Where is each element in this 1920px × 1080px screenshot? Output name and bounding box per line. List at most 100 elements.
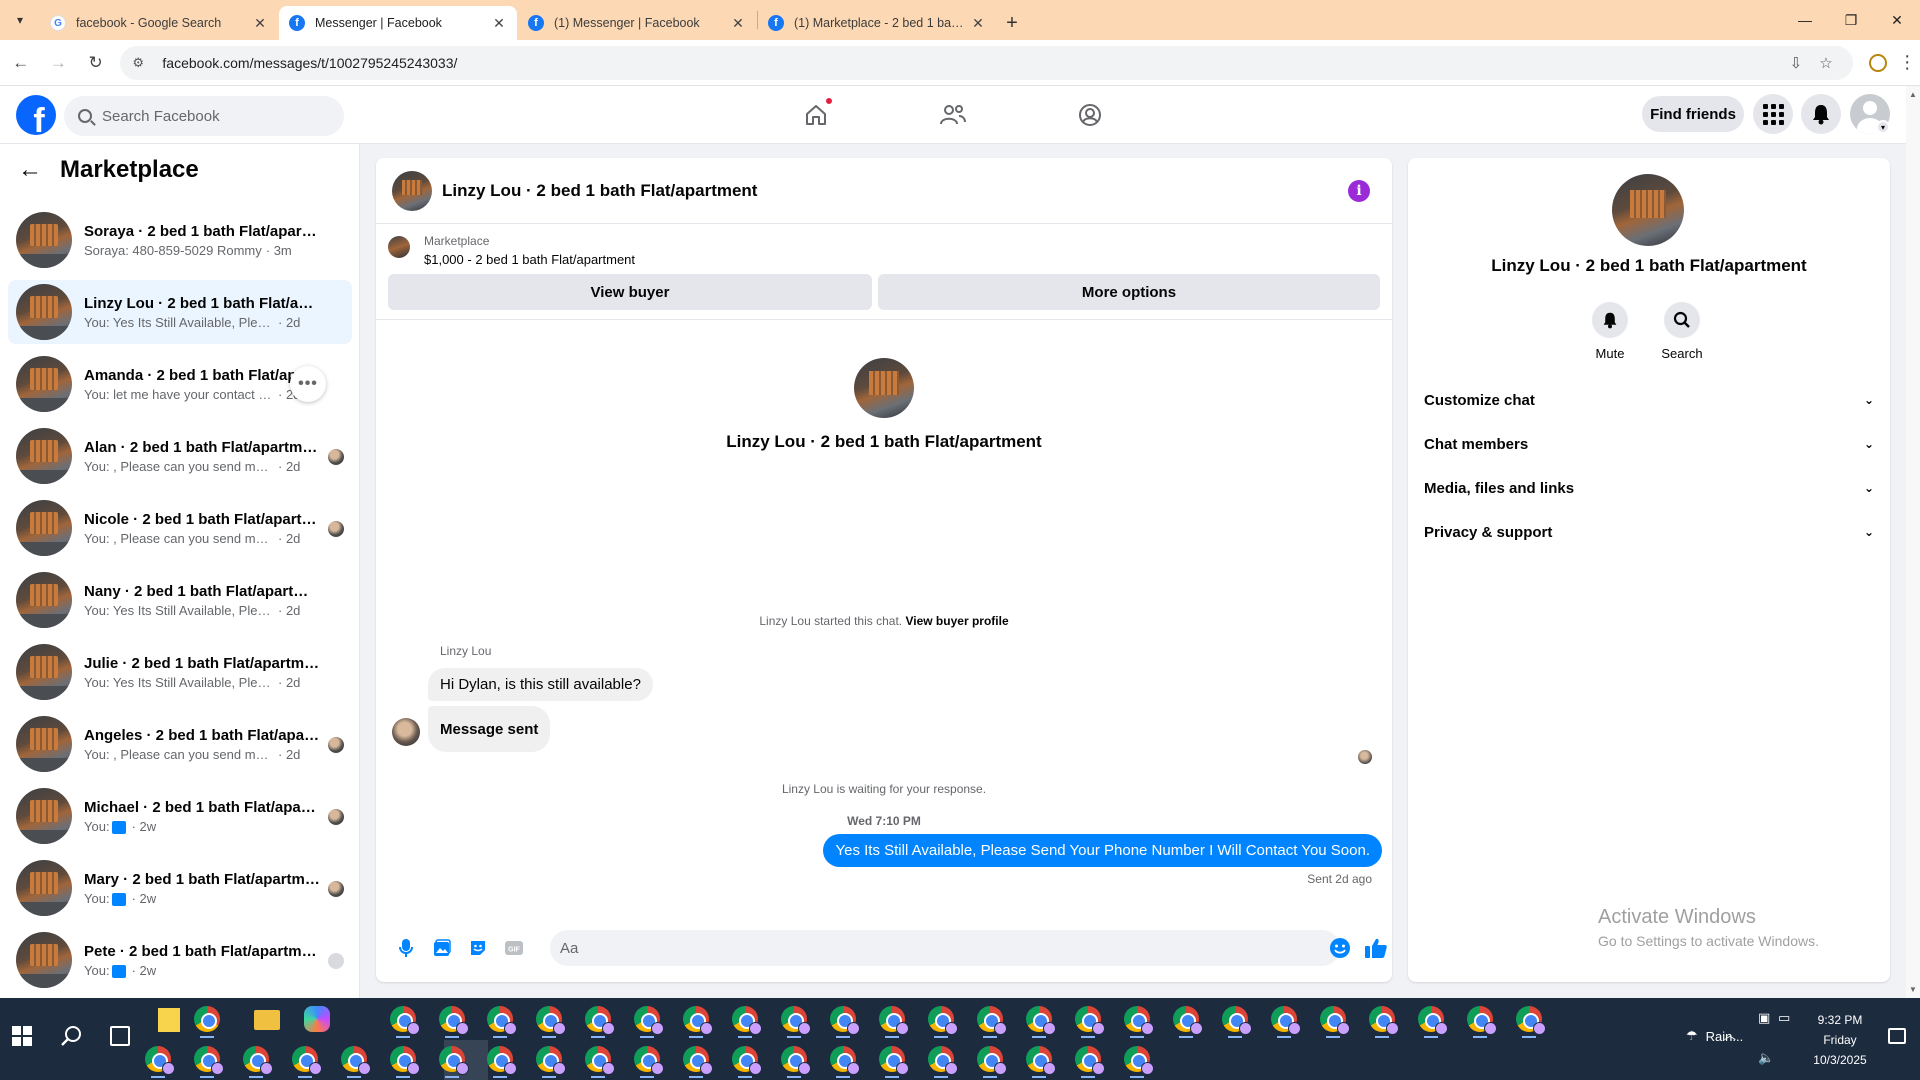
notifications-bell-icon[interactable] bbox=[1801, 94, 1841, 134]
chrome-app-icon[interactable] bbox=[1271, 1006, 1301, 1035]
network-icon[interactable]: ▭ bbox=[1778, 1010, 1790, 1026]
search-icon[interactable] bbox=[60, 1024, 84, 1048]
chrome-app-icon[interactable] bbox=[536, 1006, 566, 1035]
privacy-support-section[interactable]: Privacy & support ⌄ bbox=[1416, 512, 1882, 552]
conversation-item[interactable]: Mary · 2 bed 1 bath Flat/apartment You: · … bbox=[8, 856, 352, 920]
chrome-app-icon[interactable] bbox=[634, 1046, 664, 1075]
chevron-down-icon[interactable]: ▾ bbox=[1876, 120, 1890, 134]
page-scrollbar[interactable]: ▲ ▼ bbox=[1906, 86, 1920, 998]
chrome-app-icon[interactable] bbox=[683, 1006, 713, 1035]
emoji-icon[interactable] bbox=[1326, 934, 1354, 962]
chrome-app-icon[interactable] bbox=[585, 1006, 615, 1035]
microphone-icon[interactable] bbox=[388, 930, 424, 966]
chrome-app-icon[interactable] bbox=[1222, 1006, 1252, 1035]
chrome-app-icon[interactable] bbox=[1075, 1006, 1105, 1035]
chrome-app-icon[interactable] bbox=[977, 1046, 1007, 1075]
chrome-app-icon[interactable] bbox=[1026, 1006, 1056, 1035]
chrome-app-icon[interactable] bbox=[194, 1006, 220, 1032]
reload-icon[interactable]: ↻ bbox=[79, 46, 112, 80]
forward-arrow-icon[interactable]: → bbox=[41, 46, 74, 80]
chat-title[interactable]: Linzy Lou · 2 bed 1 bath Flat/apartment bbox=[442, 181, 757, 201]
close-tab-icon[interactable]: ✕ bbox=[730, 15, 746, 32]
address-bar[interactable]: ⚙ facebook.com/messages/t/10027952452430… bbox=[120, 45, 1853, 80]
tab-google-search[interactable]: G facebook - Google Search ✕ bbox=[40, 6, 278, 40]
close-tab-icon[interactable]: ✕ bbox=[252, 15, 268, 32]
chrome-app-icon[interactable] bbox=[634, 1006, 664, 1035]
conversation-item[interactable]: Nany · 2 bed 1 bath Flat/apartment You: Y… bbox=[8, 568, 352, 632]
sticky-notes-icon[interactable] bbox=[158, 1008, 180, 1032]
browser-menu-icon[interactable]: ⋮ bbox=[1894, 52, 1920, 73]
conversation-item[interactable]: Linzy Lou · 2 bed 1 bath Flat/apartment Y… bbox=[8, 280, 352, 344]
view-buyer-profile-link[interactable]: View buyer profile bbox=[905, 614, 1008, 628]
chrome-app-icon[interactable] bbox=[487, 1046, 517, 1075]
chrome-app-icon[interactable] bbox=[145, 1046, 175, 1075]
chrome-app-icon[interactable] bbox=[928, 1006, 958, 1035]
meet-icon[interactable]: ▣ bbox=[1758, 1010, 1770, 1026]
url-text[interactable]: facebook.com/messages/t/1002795245243033… bbox=[162, 55, 1781, 71]
chrome-app-icon[interactable] bbox=[1026, 1046, 1056, 1075]
chrome-app-icon[interactable] bbox=[977, 1006, 1007, 1035]
home-icon[interactable] bbox=[801, 97, 833, 130]
minimize-icon[interactable]: — bbox=[1782, 0, 1828, 40]
install-app-icon[interactable]: ⇩ bbox=[1781, 54, 1811, 72]
chrome-app-icon[interactable] bbox=[879, 1006, 909, 1035]
close-window-icon[interactable]: ✕ bbox=[1874, 0, 1920, 40]
like-thumb-icon[interactable] bbox=[1358, 930, 1392, 966]
find-friends-button[interactable]: Find friends bbox=[1642, 96, 1744, 132]
chrome-app-icon[interactable] bbox=[1467, 1006, 1497, 1035]
conversation-item[interactable]: Michael · 2 bed 1 bath Flat/apartment You… bbox=[8, 784, 352, 848]
chrome-app-icon[interactable] bbox=[439, 1046, 469, 1075]
incoming-message[interactable]: Hi Dylan, is this still available? bbox=[428, 668, 653, 701]
task-view-icon[interactable] bbox=[110, 1026, 130, 1046]
chrome-app-icon[interactable] bbox=[1369, 1006, 1399, 1035]
conversation-item[interactable]: Nicole · 2 bed 1 bath Flat/apartment You:… bbox=[8, 496, 352, 560]
chrome-app-icon[interactable] bbox=[390, 1046, 420, 1075]
customize-chat-section[interactable]: Customize chat ⌄ bbox=[1416, 380, 1882, 420]
chrome-app-icon[interactable] bbox=[781, 1046, 811, 1075]
browser-profile-icon[interactable] bbox=[1861, 46, 1894, 80]
chrome-app-icon[interactable] bbox=[487, 1006, 517, 1035]
restore-icon[interactable]: ❐ bbox=[1828, 0, 1874, 40]
tab-search-chevron-icon[interactable]: ▾ bbox=[0, 0, 40, 40]
search-in-chat-button[interactable]: Search bbox=[1652, 302, 1712, 361]
chrome-app-icon[interactable] bbox=[1516, 1006, 1546, 1035]
conversation-item[interactable]: Alan · 2 bed 1 bath Flat/apartment You: ,… bbox=[8, 424, 352, 488]
info-avatar[interactable] bbox=[1612, 174, 1684, 246]
chrome-app-icon[interactable] bbox=[1124, 1046, 1154, 1075]
incoming-message[interactable]: Message sent bbox=[428, 706, 551, 752]
chrome-app-icon[interactable] bbox=[390, 1006, 420, 1035]
conversation-item[interactable]: Amanda · 2 bed 1 bath Flat/apartment You:… bbox=[8, 352, 352, 416]
chrome-app-icon[interactable] bbox=[781, 1006, 811, 1035]
chrome-app-icon[interactable] bbox=[585, 1046, 615, 1075]
chrome-app-icon[interactable] bbox=[879, 1046, 909, 1075]
facebook-logo-icon[interactable]: f bbox=[16, 95, 56, 135]
photo-icon[interactable] bbox=[424, 930, 460, 966]
sticker-icon[interactable] bbox=[460, 930, 496, 966]
clock[interactable]: 9:32 PM Friday 10/3/2025 bbox=[1800, 1010, 1880, 1070]
chrome-app-icon[interactable] bbox=[1320, 1006, 1350, 1035]
close-tab-icon[interactable]: ✕ bbox=[491, 15, 507, 32]
close-tab-icon[interactable]: ✕ bbox=[970, 15, 986, 32]
chrome-app-icon[interactable] bbox=[194, 1046, 224, 1075]
chrome-app-icon[interactable] bbox=[732, 1006, 762, 1035]
listing-thumbnail[interactable] bbox=[388, 236, 410, 258]
conversation-item[interactable]: Soraya · 2 bed 1 bath Flat/apartment Sora… bbox=[8, 208, 352, 272]
listing-price[interactable]: $1,000 - 2 bed 1 bath Flat/apartment bbox=[424, 252, 635, 267]
conversation-item[interactable]: Angeles · 2 bed 1 bath Flat/apartment You… bbox=[8, 712, 352, 776]
buyer-avatar-large[interactable] bbox=[854, 358, 914, 418]
tab-messenger-2[interactable]: f (1) Messenger | Facebook ✕ bbox=[518, 6, 756, 40]
chrome-app-icon[interactable] bbox=[1418, 1006, 1448, 1035]
scroll-up-icon[interactable]: ▲ bbox=[1909, 90, 1917, 99]
media-files-links-section[interactable]: Media, files and links ⌄ bbox=[1416, 468, 1882, 508]
chat-avatar[interactable] bbox=[392, 170, 432, 211]
chevron-up-icon[interactable]: ︿ bbox=[1724, 1026, 1736, 1043]
message-input[interactable] bbox=[550, 930, 1340, 966]
back-arrow-icon[interactable]: ← bbox=[18, 156, 42, 184]
chrome-app-icon[interactable] bbox=[830, 1046, 860, 1075]
more-options-button[interactable]: More options bbox=[878, 274, 1380, 310]
chrome-app-icon[interactable] bbox=[243, 1046, 273, 1075]
menu-grid-icon[interactable] bbox=[1753, 94, 1793, 134]
windows-start-icon[interactable] bbox=[12, 1026, 32, 1046]
volume-icon[interactable]: 🔈 bbox=[1758, 1050, 1774, 1066]
mute-button[interactable]: Mute bbox=[1580, 302, 1640, 361]
